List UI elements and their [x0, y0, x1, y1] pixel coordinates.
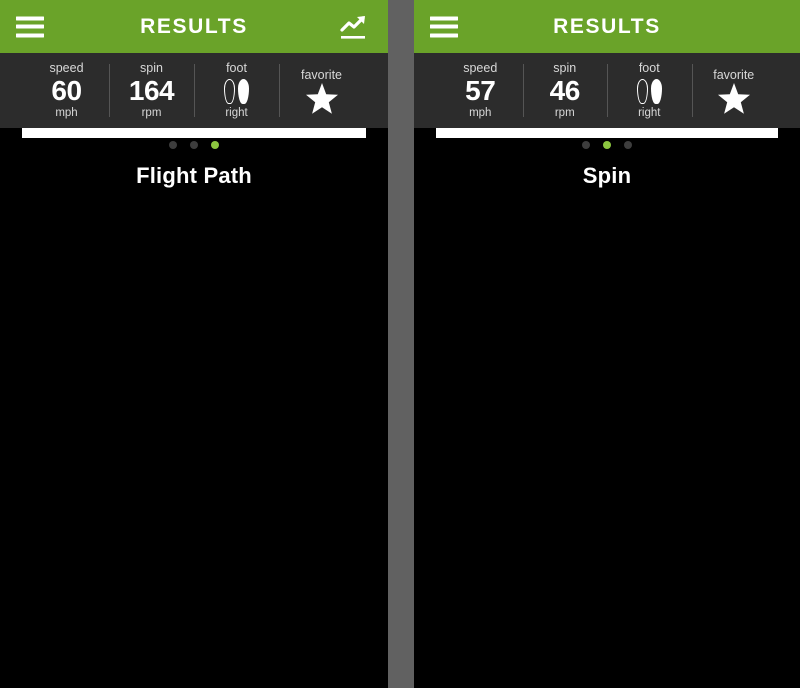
pager-dot-active[interactable] [211, 141, 219, 149]
stat-unit: right [638, 106, 660, 120]
results-comparison-screen: RESULTS speed 60 mph spin 164 rpm [0, 0, 800, 688]
hamburger-icon[interactable] [16, 16, 44, 37]
pager-dot-active[interactable] [603, 141, 611, 149]
stat-favorite[interactable]: favorite [279, 53, 364, 128]
stat-unit: mph [469, 106, 491, 120]
stat-label: speed [49, 61, 83, 76]
stat-label: favorite [301, 68, 342, 83]
app-header-left: RESULTS [0, 0, 388, 53]
stat-favorite[interactable]: favorite [692, 53, 777, 128]
stat-spin: spin 164 rpm [109, 53, 194, 128]
stat-unit: rpm [555, 106, 575, 120]
section-title: Flight Path [0, 163, 388, 189]
star-icon[interactable] [718, 83, 750, 113]
stat-label: foot [639, 61, 660, 76]
stat-speed: speed 57 mph [438, 53, 523, 128]
star-icon[interactable] [306, 83, 338, 113]
panel-body-right: Spin 67+ MPH 56 - 67 MPH 45 - 56 MPH [414, 128, 800, 189]
page-title: RESULTS [414, 15, 800, 39]
footprints-icon [637, 76, 662, 106]
pager-dot[interactable] [624, 141, 632, 149]
trending-chart-icon[interactable] [338, 13, 370, 41]
panel-spin: RESULTS speed 57 mph spin 46 rpm foot ri… [414, 0, 800, 688]
stat-label: favorite [713, 68, 754, 83]
panel-flight-path: RESULTS speed 60 mph spin 164 rpm [0, 0, 388, 688]
stat-foot: foot right [607, 53, 692, 128]
right-foot-icon [651, 79, 662, 104]
stat-spin: spin 46 rpm [523, 53, 608, 128]
right-foot-icon [238, 79, 249, 104]
stat-value: 46 [550, 76, 580, 106]
stat-label: spin [140, 61, 163, 76]
stat-unit: right [225, 106, 247, 120]
stat-label: foot [226, 61, 247, 76]
kick-again-button[interactable]: KICK AGAIN [22, 128, 366, 138]
stat-unit: rpm [142, 106, 162, 120]
section-title: Spin [414, 163, 800, 189]
stat-unit: mph [55, 106, 77, 120]
stat-value: 57 [465, 76, 495, 106]
stat-label: spin [553, 61, 576, 76]
panel-divider [388, 0, 414, 688]
stat-value: 60 [51, 76, 81, 106]
stat-speed: speed 60 mph [24, 53, 109, 128]
pager-dot[interactable] [190, 141, 198, 149]
app-header-right: RESULTS [414, 0, 800, 53]
footprints-icon [224, 76, 249, 106]
stat-foot: foot right [194, 53, 279, 128]
left-foot-icon [224, 79, 235, 104]
stat-label: speed [463, 61, 497, 76]
left-foot-icon [637, 79, 648, 104]
kick-again-button[interactable]: KICK AGAIN [436, 128, 778, 138]
stat-value: 164 [129, 76, 174, 106]
panel-body-left: Flight Path [0, 128, 388, 189]
pager-dot[interactable] [169, 141, 177, 149]
hamburger-icon[interactable] [430, 16, 458, 37]
stats-bar-right: speed 57 mph spin 46 rpm foot right favo… [414, 53, 800, 128]
pager-dot[interactable] [582, 141, 590, 149]
stats-bar-left: speed 60 mph spin 164 rpm foot right fav… [0, 53, 388, 128]
page-title: RESULTS [0, 15, 388, 39]
